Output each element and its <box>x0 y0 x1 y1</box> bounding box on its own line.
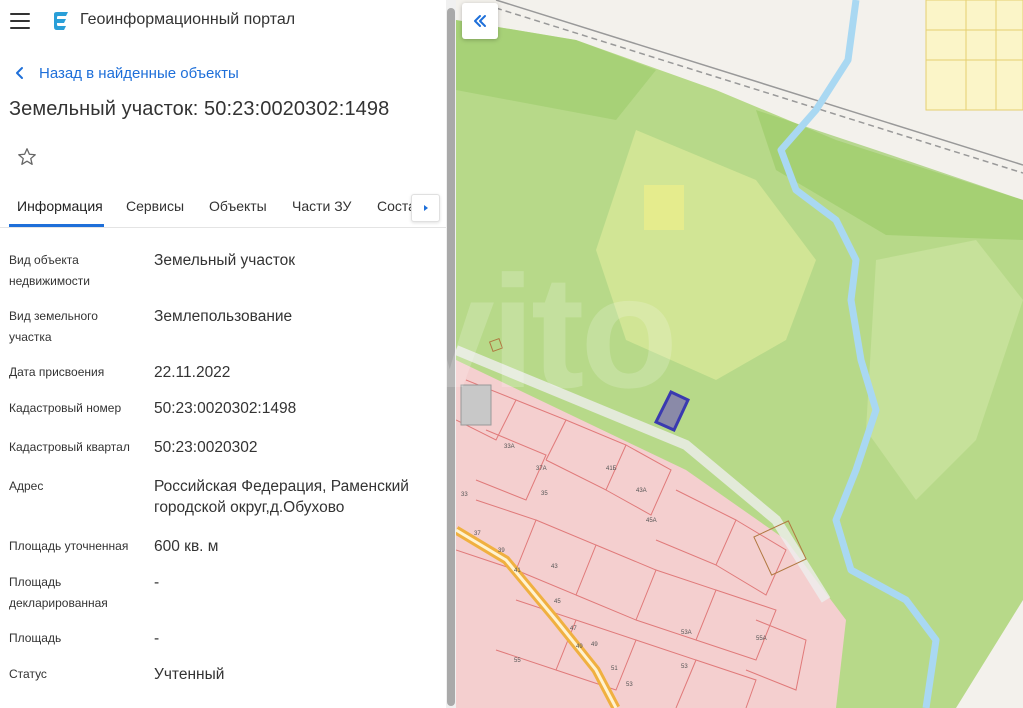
row-label: Вид объекта недвижимости <box>9 253 90 288</box>
row-value: 22.11.2022 <box>154 364 231 381</box>
star-outline-icon[interactable] <box>16 146 38 168</box>
tab-services[interactable]: Сервисы <box>126 198 184 214</box>
tab-objects[interactable]: Объекты <box>209 198 267 214</box>
svg-text:35: 35 <box>541 491 548 497</box>
svg-text:43: 43 <box>551 564 558 570</box>
row-value: - <box>154 574 160 591</box>
tab-information[interactable]: Информация <box>17 198 103 214</box>
info-panel: Геоинформационный портал Назад в найденн… <box>0 0 446 708</box>
app-title: Геоинформационный портал <box>80 11 296 28</box>
svg-text:33А: 33А <box>504 444 515 450</box>
double-chevron-left-icon <box>474 15 486 27</box>
caret-right-icon <box>423 205 428 211</box>
row-label: Площадь уточненная <box>9 539 129 553</box>
svg-text:49: 49 <box>576 644 583 650</box>
svg-text:53: 53 <box>681 664 688 670</box>
svg-text:55: 55 <box>514 658 521 664</box>
svg-text:49: 49 <box>591 642 598 648</box>
svg-text:41Б: 41Б <box>606 466 617 472</box>
tabs-scroll-right-button[interactable] <box>411 194 440 222</box>
svg-text:55А: 55А <box>756 636 767 642</box>
svg-text:37: 37 <box>474 531 481 537</box>
chevron-left-icon <box>16 67 23 79</box>
tab-parts[interactable]: Части ЗУ <box>292 198 351 214</box>
svg-text:39: 39 <box>498 548 505 554</box>
collapse-panel-button[interactable] <box>462 3 498 39</box>
row-label: Кадастровый номер <box>9 401 122 415</box>
row-value: Российская Федерация, Раменский городско… <box>154 478 409 516</box>
svg-text:51: 51 <box>611 666 618 672</box>
scrollbar-thumb[interactable] <box>447 8 455 706</box>
back-link-label: Назад в найденные объекты <box>39 64 239 82</box>
row-label: Дата присвоения <box>9 365 105 379</box>
row-value: Учтенный <box>154 666 225 683</box>
svg-text:37А: 37А <box>536 466 547 472</box>
row-label: Адрес <box>9 479 44 493</box>
row-value: - <box>154 630 160 647</box>
row-value: Земельный участок <box>154 252 296 269</box>
svg-text:45А: 45А <box>646 518 657 524</box>
portal-logo-icon <box>54 12 68 30</box>
map-canvas: 33А 37А 35 33 37 39 41 43 45 47 49 51 53… <box>456 0 1023 708</box>
hamburger-menu-icon[interactable] <box>10 13 30 29</box>
panel-scrollbar[interactable] <box>446 0 456 708</box>
svg-text:53: 53 <box>626 682 633 688</box>
top-bar: Геоинформационный портал <box>0 0 446 42</box>
row-label: Статус <box>9 667 47 681</box>
tab-bar: Информация Сервисы Объекты Части ЗУ Сост… <box>0 190 446 228</box>
back-to-results-link[interactable]: Назад в найденные объекты <box>10 62 239 84</box>
svg-text:33: 33 <box>461 492 468 498</box>
row-value: 600 кв. м <box>154 538 219 555</box>
page-title: Земельный участок: 50:23:0020302:1498 <box>9 98 390 120</box>
svg-text:43А: 43А <box>636 488 647 494</box>
row-label: Площадь декларированная <box>9 575 108 610</box>
row-value: 50:23:0020302 <box>154 439 258 456</box>
row-label: Площадь <box>9 631 62 645</box>
svg-text:45: 45 <box>554 599 561 605</box>
svg-text:47: 47 <box>570 626 577 632</box>
cadastral-map[interactable]: 33А 37А 35 33 37 39 41 43 45 47 49 51 53… <box>456 0 1023 708</box>
row-label: Вид земельного участка <box>9 309 98 344</box>
row-value: 50:23:0020302:1498 <box>154 400 297 417</box>
svg-text:53А: 53А <box>681 630 692 636</box>
active-tab-indicator <box>9 224 104 227</box>
row-label: Кадастровый квартал <box>9 440 130 454</box>
row-value: Землепользование <box>154 308 293 325</box>
svg-text:41: 41 <box>514 568 521 574</box>
